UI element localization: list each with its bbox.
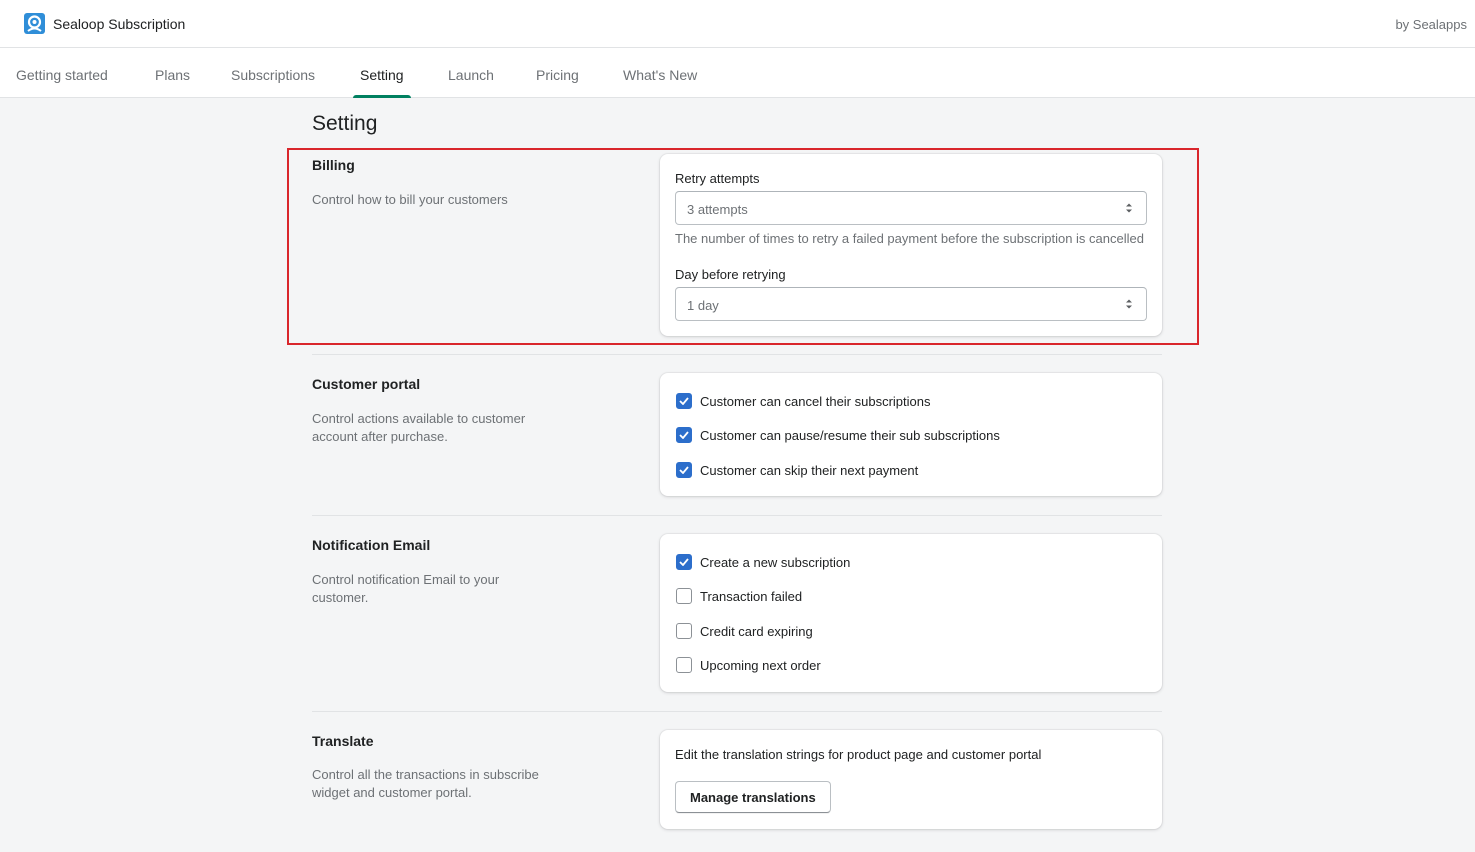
notification-option-new-subscription[interactable]: Create a new subscription [676, 553, 850, 571]
section-divider [312, 711, 1162, 712]
portal-option-skip[interactable]: Customer can skip their next payment [676, 461, 918, 479]
portal-option-cancel[interactable]: Customer can cancel their subscriptions [676, 392, 931, 410]
day-before-retrying-label: Day before retrying [675, 267, 786, 282]
section-divider [312, 354, 1162, 355]
section-divider [312, 515, 1162, 516]
portal-option-label: Customer can cancel their subscriptions [700, 393, 931, 409]
portal-option-label: Customer can skip their next payment [700, 462, 919, 478]
tab-subscriptions[interactable]: Subscriptions [231, 48, 315, 98]
checkbox-unchecked-icon[interactable] [676, 588, 692, 604]
tab-launch[interactable]: Launch [448, 48, 494, 98]
portal-section-title: Customer portal [312, 376, 421, 392]
notification-card: Create a new subscription Transaction fa… [660, 534, 1162, 692]
billing-section-title: Billing [312, 157, 355, 173]
translate-card-text: Edit the translation strings for product… [675, 747, 1042, 762]
retry-attempts-select[interactable]: 3 attempts [675, 191, 1147, 225]
tab-setting[interactable]: Setting [353, 48, 411, 98]
notification-option-label: Upcoming next order [700, 657, 821, 673]
portal-card: Customer can cancel their subscriptions … [660, 373, 1162, 496]
notification-section-desc: Control notification Email to your custo… [312, 572, 500, 605]
portal-option-pause[interactable]: Customer can pause/resume their sub subs… [676, 426, 1000, 444]
vendor-label: by Sealapps [1395, 17, 1467, 32]
day-before-retrying-select[interactable]: 1 day [675, 287, 1147, 321]
retry-attempts-help: The number of times to retry a failed pa… [675, 231, 1144, 246]
day-before-retrying-value: 1 day [687, 298, 719, 313]
checkbox-unchecked-icon[interactable] [676, 623, 692, 639]
manage-translations-button[interactable]: Manage translations [675, 781, 831, 813]
portal-option-label: Customer can pause/resume their sub subs… [700, 427, 1000, 443]
retry-attempts-label: Retry attempts [675, 171, 760, 186]
translate-section-desc: Control all the transactions in subscrib… [312, 767, 539, 800]
checkbox-checked-icon[interactable] [676, 393, 692, 409]
select-arrows-icon [1126, 299, 1132, 309]
checkbox-checked-icon[interactable] [676, 554, 692, 570]
tab-getting-started[interactable]: Getting started [16, 48, 108, 98]
page-title: Setting [312, 112, 378, 135]
tab-pricing[interactable]: Pricing [536, 48, 579, 98]
portal-section-desc: Control actions available to customer ac… [312, 411, 526, 444]
notification-option-card-expiring[interactable]: Credit card expiring [676, 622, 813, 640]
main-tabs: Getting started Plans Subscriptions Sett… [0, 48, 1475, 98]
tab-whats-new[interactable]: What's New [623, 48, 697, 98]
notification-section-title: Notification Email [312, 537, 431, 553]
notification-option-upcoming-order[interactable]: Upcoming next order [676, 656, 821, 674]
checkbox-checked-icon[interactable] [676, 427, 692, 443]
notification-option-transaction-failed[interactable]: Transaction failed [676, 587, 802, 605]
billing-section-desc: Control how to bill your customers [312, 192, 508, 207]
notification-option-label: Transaction failed [700, 588, 803, 604]
checkbox-unchecked-icon[interactable] [676, 657, 692, 673]
select-arrows-icon [1126, 203, 1132, 213]
retry-attempts-value: 3 attempts [687, 202, 748, 217]
checkbox-checked-icon[interactable] [676, 462, 692, 478]
billing-card: Retry attempts 3 attempts The number of … [660, 154, 1162, 336]
app-title: Sealoop Subscription [53, 16, 186, 32]
app-header: Sealoop Subscription by Sealapps [0, 0, 1475, 48]
translate-section-title: Translate [312, 733, 374, 749]
tab-plans[interactable]: Plans [155, 48, 190, 98]
notification-option-label: Create a new subscription [700, 554, 851, 570]
app-logo-icon [24, 13, 45, 34]
notification-option-label: Credit card expiring [700, 623, 813, 639]
translate-card: Edit the translation strings for product… [660, 730, 1162, 829]
